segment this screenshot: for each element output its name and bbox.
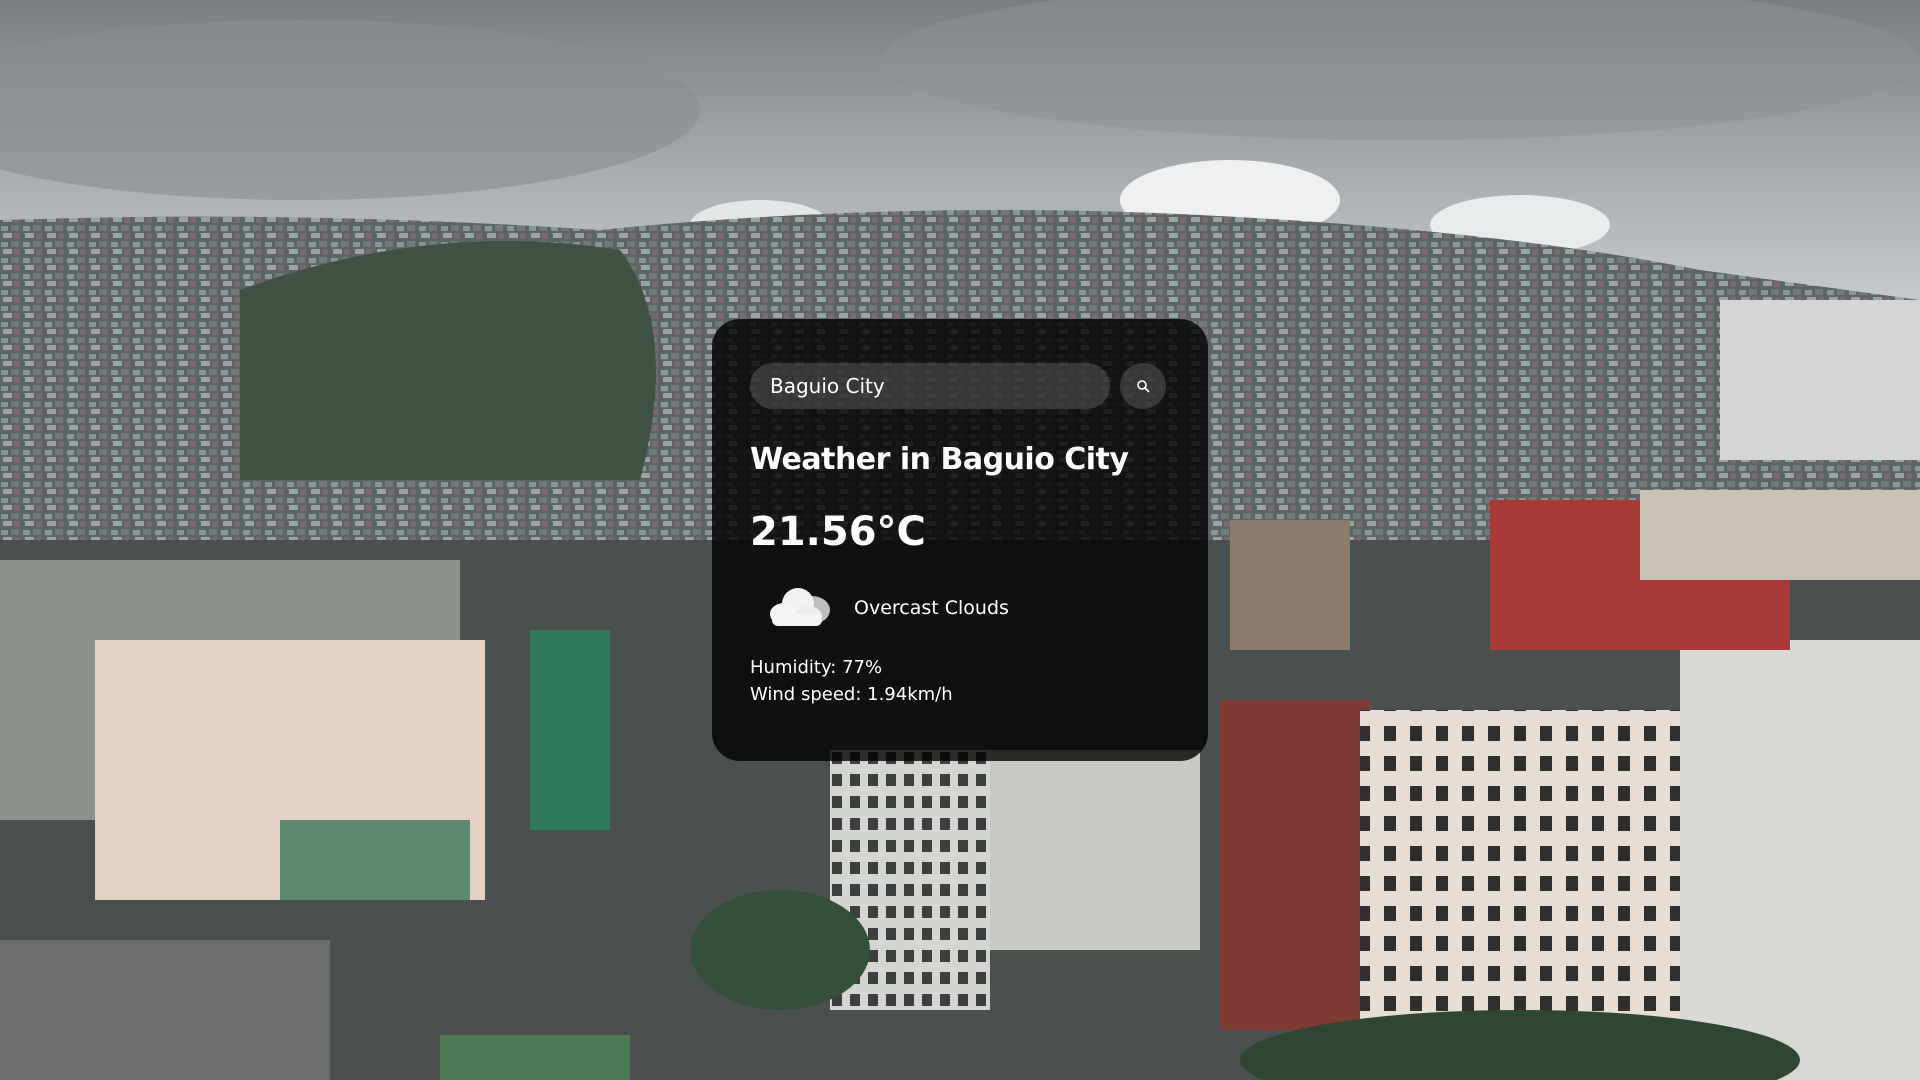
weather-description-row: Overcast Clouds <box>750 580 1170 636</box>
search-button[interactable] <box>1120 363 1166 409</box>
search-input[interactable] <box>750 363 1110 409</box>
cloud-icon <box>770 588 830 626</box>
city-title: Weather in Baguio City <box>750 442 1129 477</box>
search-bar <box>750 363 1170 409</box>
wind-speed: Wind speed: 1.94km/h <box>750 684 953 705</box>
temperature: 21.56°C <box>750 509 926 555</box>
weather-card: Weather in Baguio City 21.56°C Overcast … <box>712 319 1208 761</box>
search-icon <box>1137 380 1150 393</box>
humidity: Humidity: 77% <box>750 657 883 678</box>
weather-description: Overcast Clouds <box>854 597 1009 619</box>
